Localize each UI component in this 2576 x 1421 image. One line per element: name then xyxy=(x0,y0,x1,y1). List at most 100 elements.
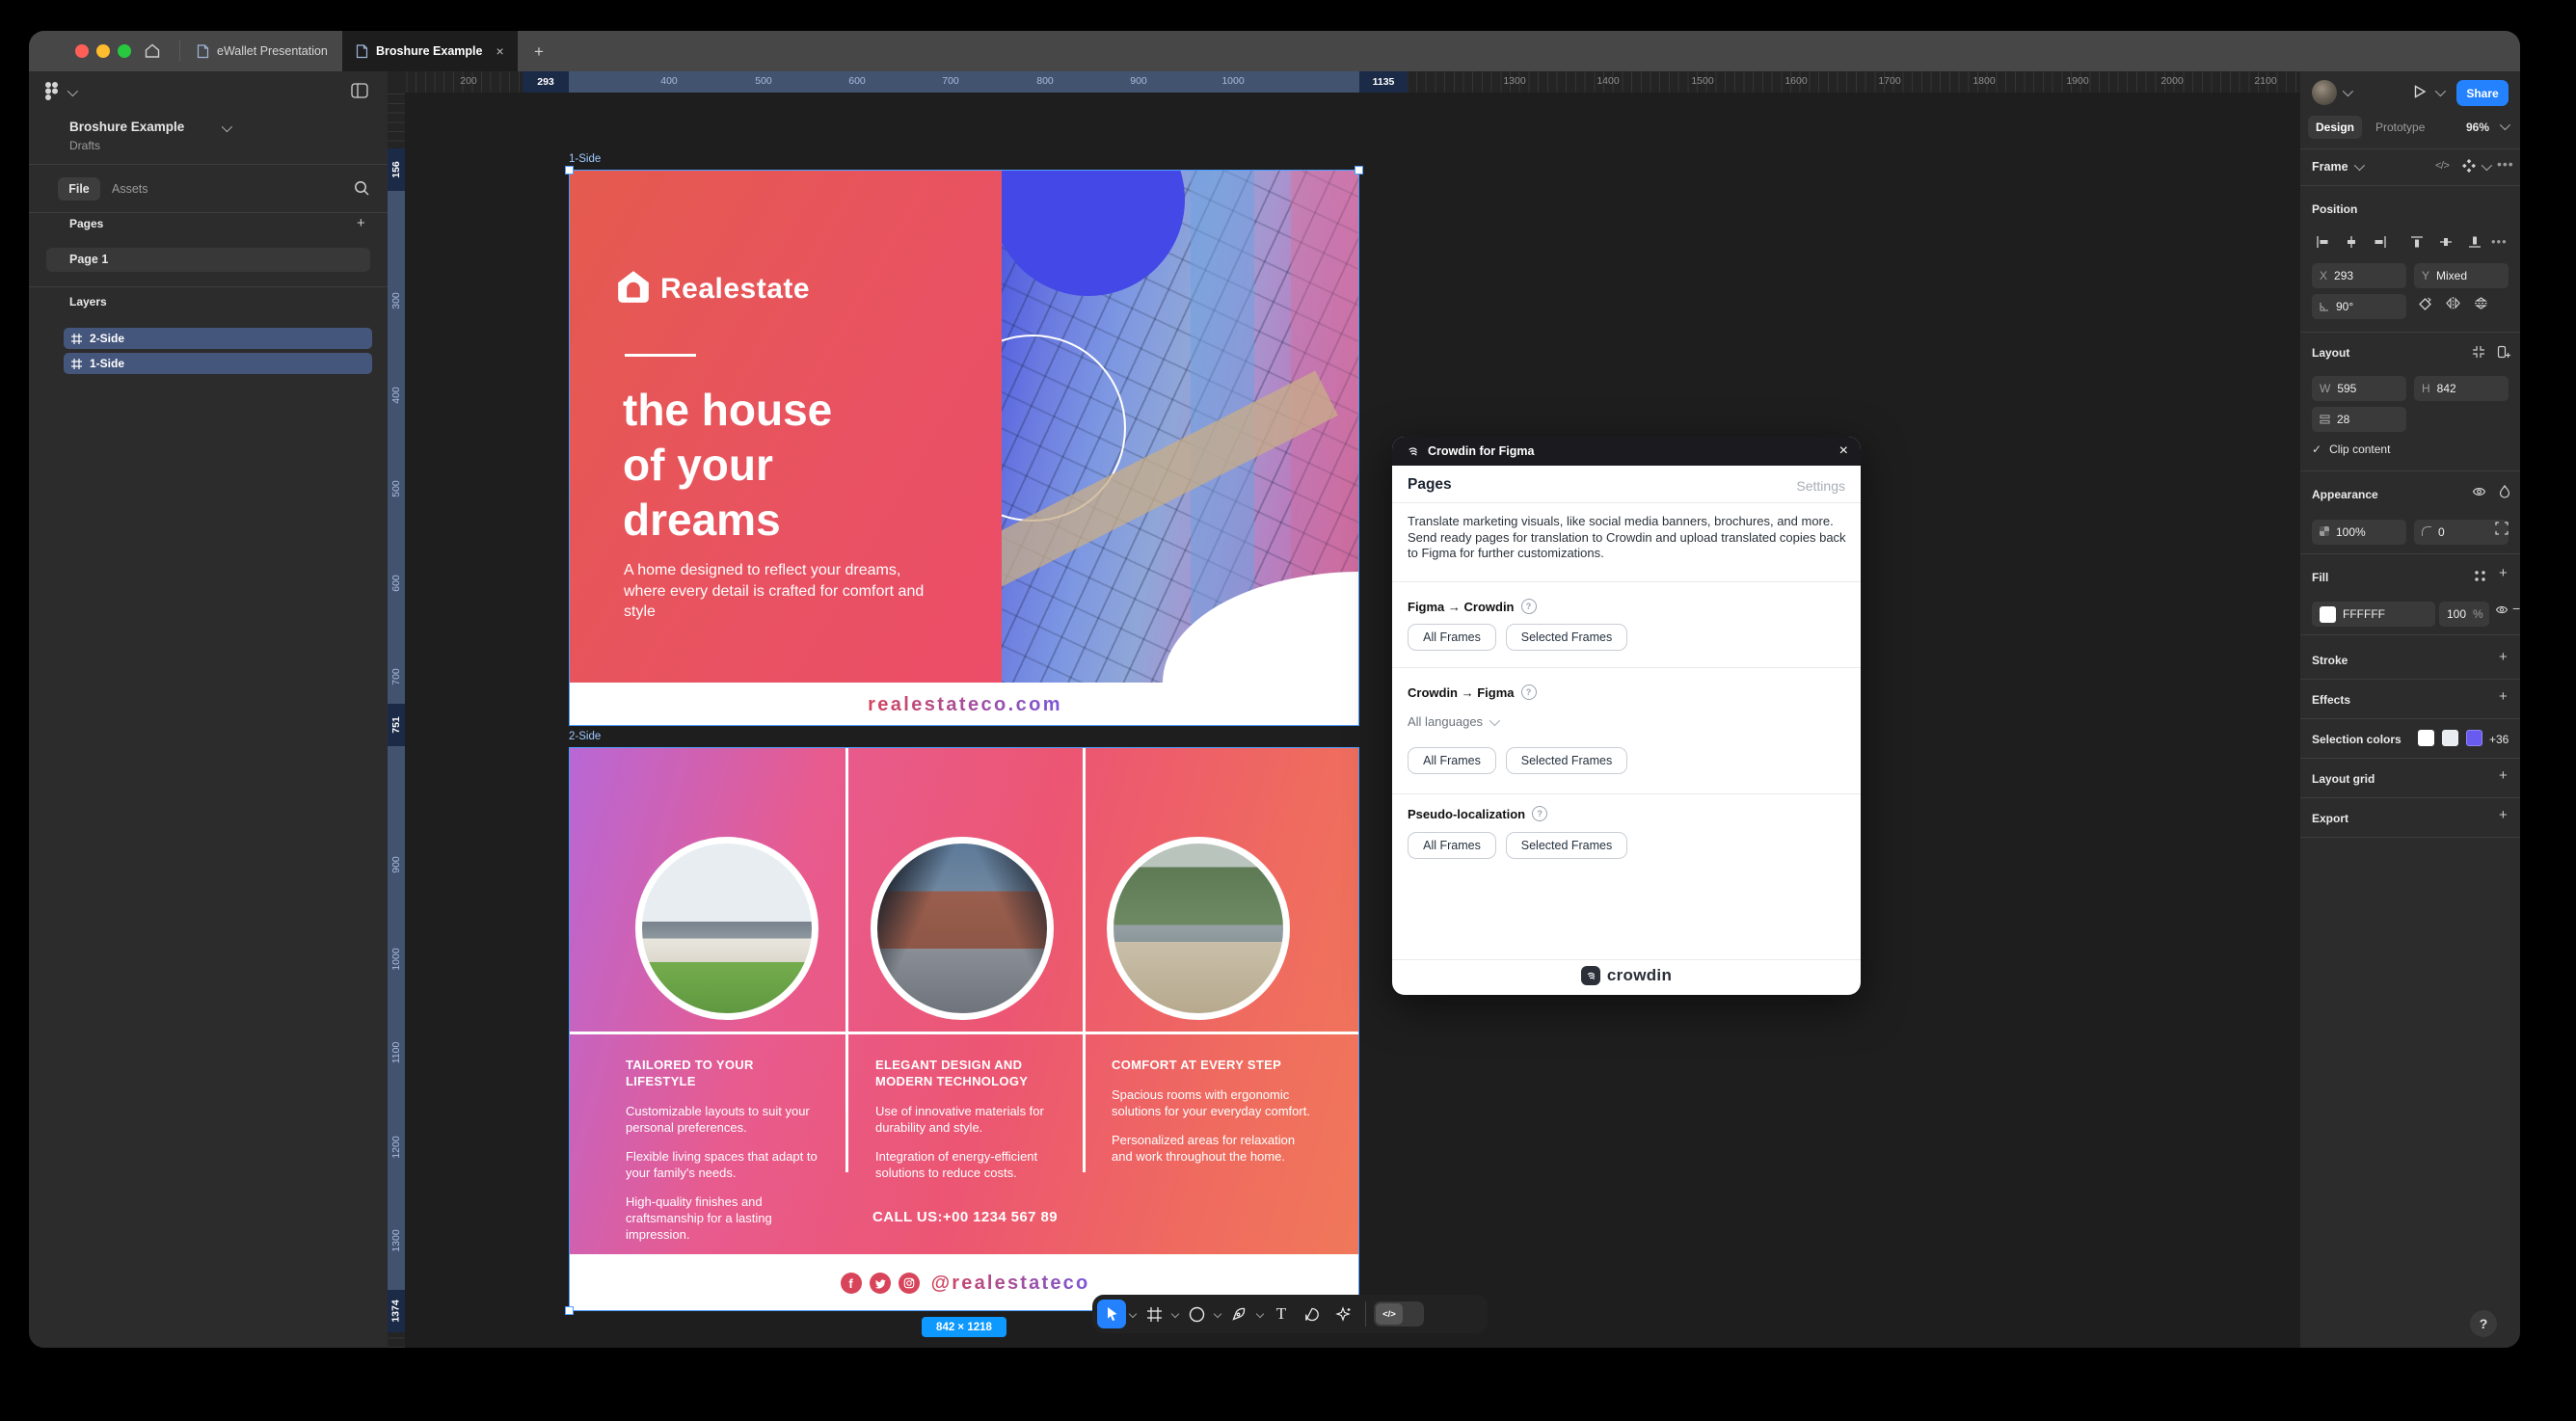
align-top-icon[interactable] xyxy=(2404,231,2429,253)
selected-frames-button[interactable]: Selected Frames xyxy=(1506,747,1627,774)
pen-tool[interactable] xyxy=(1224,1300,1253,1328)
actions-tool[interactable] xyxy=(1328,1300,1357,1328)
selection-colors-overflow[interactable]: +36 xyxy=(2489,733,2509,746)
chevron-down-icon[interactable] xyxy=(2481,159,2493,172)
dev-code-icon[interactable]: </> xyxy=(2435,160,2450,172)
tab-assets[interactable]: Assets xyxy=(112,182,148,196)
avatar[interactable] xyxy=(2312,80,2337,105)
all-frames-button[interactable]: All Frames xyxy=(1408,624,1496,651)
add-export-icon[interactable]: + xyxy=(2499,807,2508,823)
frame-tool-chevron[interactable] xyxy=(1170,1300,1180,1328)
blend-mode-icon[interactable] xyxy=(2499,485,2510,498)
window-minimize-button[interactable] xyxy=(96,44,110,58)
align-h-center-icon[interactable] xyxy=(2339,231,2364,253)
plugin-nav-settings[interactable]: Settings xyxy=(1796,478,1845,494)
search-icon[interactable] xyxy=(353,179,370,197)
layer-item-1-side[interactable]: 1-Side xyxy=(64,353,372,374)
width-field[interactable]: W 595 xyxy=(2312,376,2406,401)
help-icon[interactable]: ? xyxy=(1520,684,1537,700)
remove-fill-icon[interactable]: − xyxy=(2512,601,2520,616)
window-zoom-button[interactable] xyxy=(118,44,131,58)
component-icon[interactable] xyxy=(2462,159,2476,173)
eye-icon[interactable] xyxy=(2472,486,2486,497)
more-alignment-icon[interactable]: ••• xyxy=(2491,234,2508,249)
fill-swatch[interactable] xyxy=(2320,605,2336,623)
align-left-icon[interactable] xyxy=(2310,231,2335,253)
frame-tool[interactable] xyxy=(1140,1300,1168,1328)
color-swatch[interactable] xyxy=(2466,730,2482,746)
y-position-field[interactable]: Y Mixed xyxy=(2414,263,2509,288)
frame-label-2-side[interactable]: 2-Side xyxy=(569,731,601,742)
resize-to-fit-icon[interactable] xyxy=(2472,345,2485,359)
eye-icon[interactable] xyxy=(2495,604,2509,615)
clip-content-checkbox[interactable]: ✓ Clip content xyxy=(2312,442,2390,456)
canvas[interactable]: 200 293 400 500 600 700 800 900 1000 113… xyxy=(388,71,2300,1348)
add-autolayout-icon[interactable] xyxy=(2497,345,2510,359)
frame-1-side[interactable]: Realestate the house of your dreams A ho… xyxy=(569,170,1359,726)
frame-2-side[interactable]: TAILORED TO YOUR LIFESTYLE Customizable … xyxy=(569,747,1359,1311)
tab-design[interactable]: Design xyxy=(2308,116,2362,139)
shape-tool-chevron[interactable] xyxy=(1213,1300,1222,1328)
flip-vertical-icon[interactable] xyxy=(2474,297,2488,311)
tab-broshure-example[interactable]: Broshure Example × xyxy=(342,31,518,71)
add-effect-icon[interactable]: + xyxy=(2499,688,2508,705)
chevron-down-icon[interactable] xyxy=(2342,85,2354,97)
collapse-panel-icon[interactable] xyxy=(351,83,368,98)
selection-handle[interactable] xyxy=(565,166,574,174)
comment-tool[interactable] xyxy=(1298,1300,1327,1328)
selected-frames-button[interactable]: Selected Frames xyxy=(1506,832,1627,859)
document-location[interactable]: Drafts xyxy=(69,139,100,152)
page-item[interactable]: Page 1 xyxy=(69,253,108,266)
document-title[interactable]: Broshure Example xyxy=(69,120,184,134)
share-button[interactable]: Share xyxy=(2456,80,2509,106)
styles-icon[interactable] xyxy=(2474,570,2486,582)
add-page-icon[interactable]: + xyxy=(357,215,365,231)
tab-file[interactable]: File xyxy=(58,177,100,201)
fill-opacity-field[interactable]: 100% xyxy=(2439,602,2489,627)
chevron-down-icon[interactable] xyxy=(2499,119,2511,131)
gap-field[interactable]: 28 xyxy=(2312,407,2406,432)
add-fill-icon[interactable]: + xyxy=(2499,565,2508,581)
plugin-header[interactable]: Crowdin for Figma × xyxy=(1392,437,1861,466)
tab-ewallet-presentation[interactable]: eWallet Presentation xyxy=(183,31,341,71)
align-bottom-icon[interactable] xyxy=(2462,231,2487,253)
help-icon[interactable]: ? xyxy=(1532,806,1548,821)
help-button[interactable]: ? xyxy=(2470,1310,2497,1337)
height-field[interactable]: H 842 xyxy=(2414,376,2509,401)
plugin-nav-pages[interactable]: Pages xyxy=(1408,476,1452,494)
more-options-icon[interactable]: ••• xyxy=(2497,156,2514,172)
fill-color-field[interactable]: FFFFFF xyxy=(2312,602,2435,627)
move-tool-chevron[interactable] xyxy=(1128,1300,1138,1328)
color-swatch[interactable] xyxy=(2442,730,2458,746)
add-stroke-icon[interactable]: + xyxy=(2499,649,2508,665)
zoom-level[interactable]: 96% xyxy=(2466,121,2489,134)
new-tab-button[interactable]: + xyxy=(534,42,544,62)
independent-corners-icon[interactable] xyxy=(2495,522,2509,535)
frame-label-1-side[interactable]: 1-Side xyxy=(569,153,601,165)
window-close-button[interactable] xyxy=(75,44,89,58)
all-frames-button[interactable]: All Frames xyxy=(1408,747,1496,774)
flip-horizontal-icon[interactable] xyxy=(2446,297,2460,311)
chevron-down-icon[interactable] xyxy=(2353,159,2366,172)
present-play-icon[interactable] xyxy=(2412,84,2428,99)
language-filter-dropdown[interactable]: All languages xyxy=(1408,714,1501,729)
text-tool[interactable]: T xyxy=(1267,1300,1296,1328)
chevron-down-icon[interactable] xyxy=(221,121,233,133)
layer-item-2-side[interactable]: 2-Side xyxy=(64,328,372,349)
help-icon[interactable]: ? xyxy=(1520,599,1537,614)
figma-menu-icon[interactable] xyxy=(44,81,59,101)
opacity-field[interactable]: 100% xyxy=(2312,520,2406,545)
home-icon[interactable] xyxy=(143,41,162,61)
color-swatch[interactable] xyxy=(2418,730,2434,746)
chevron-down-icon[interactable] xyxy=(67,85,79,97)
chevron-down-icon[interactable] xyxy=(2434,85,2447,97)
align-v-center-icon[interactable] xyxy=(2433,231,2458,253)
move-tool[interactable] xyxy=(1097,1300,1126,1328)
selection-type[interactable]: Frame xyxy=(2312,160,2348,174)
x-position-field[interactable]: X 293 xyxy=(2312,263,2406,288)
selection-handle[interactable] xyxy=(565,1306,574,1315)
close-tab-icon[interactable]: × xyxy=(496,43,503,59)
rotation-field[interactable]: 90° xyxy=(2312,294,2406,319)
dev-mode-toggle[interactable]: </> xyxy=(1374,1301,1424,1327)
rotate-icon[interactable] xyxy=(2418,297,2432,311)
